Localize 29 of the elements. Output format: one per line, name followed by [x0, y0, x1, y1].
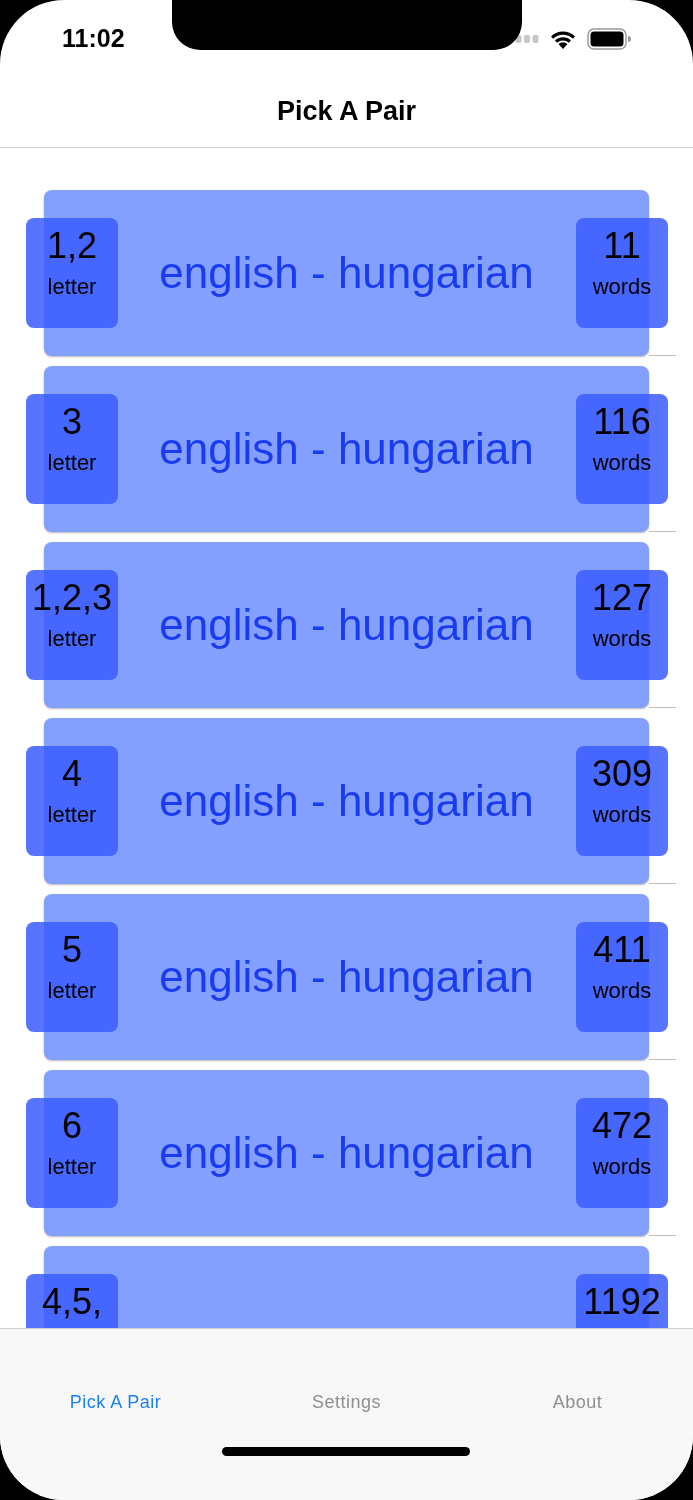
- word-count-badge-label: words: [592, 449, 652, 477]
- letter-badge-label: letter: [47, 625, 97, 653]
- letter-badge-label: letter: [47, 977, 97, 1005]
- tab[interactable]: Pick A Pair: [69, 1389, 162, 1416]
- letter-badge-label: letter: [47, 801, 97, 829]
- nav-title: Pick A Pair: [276, 95, 417, 129]
- word-count-badge-value: 116: [593, 400, 651, 444]
- letter-badge-label: letter: [47, 273, 97, 301]
- letter-badge-label: letter: [47, 1153, 97, 1181]
- letter-badge-label: letter: [47, 449, 97, 477]
- status-time: 11:02: [62, 23, 125, 55]
- letter-badge-value: 5: [62, 928, 82, 972]
- word-count-badge-value: 11: [603, 224, 641, 268]
- tab[interactable]: About: [552, 1389, 603, 1416]
- letter-badge-value: 3: [62, 400, 82, 444]
- word-count-badge-label: words: [592, 1153, 652, 1181]
- wifi-icon: [549, 29, 577, 49]
- word-count-badge-label: words: [592, 801, 652, 829]
- word-count-badge-label: words: [592, 273, 652, 301]
- word-count-badge-label: words: [592, 977, 652, 1005]
- letter-badge-value: 6: [62, 1104, 82, 1148]
- tab[interactable]: Settings: [311, 1389, 381, 1416]
- word-count-badge-value: 411: [593, 928, 651, 972]
- battery-icon: [587, 28, 631, 50]
- letter-badge-value: 1,2: [46, 224, 97, 268]
- letter-badge-value: 4: [62, 752, 82, 796]
- word-count-badge-label: words: [592, 625, 652, 653]
- letter-badge-value: 4,5,: [41, 1280, 102, 1324]
- word-count-badge-value: 1192: [583, 1280, 661, 1324]
